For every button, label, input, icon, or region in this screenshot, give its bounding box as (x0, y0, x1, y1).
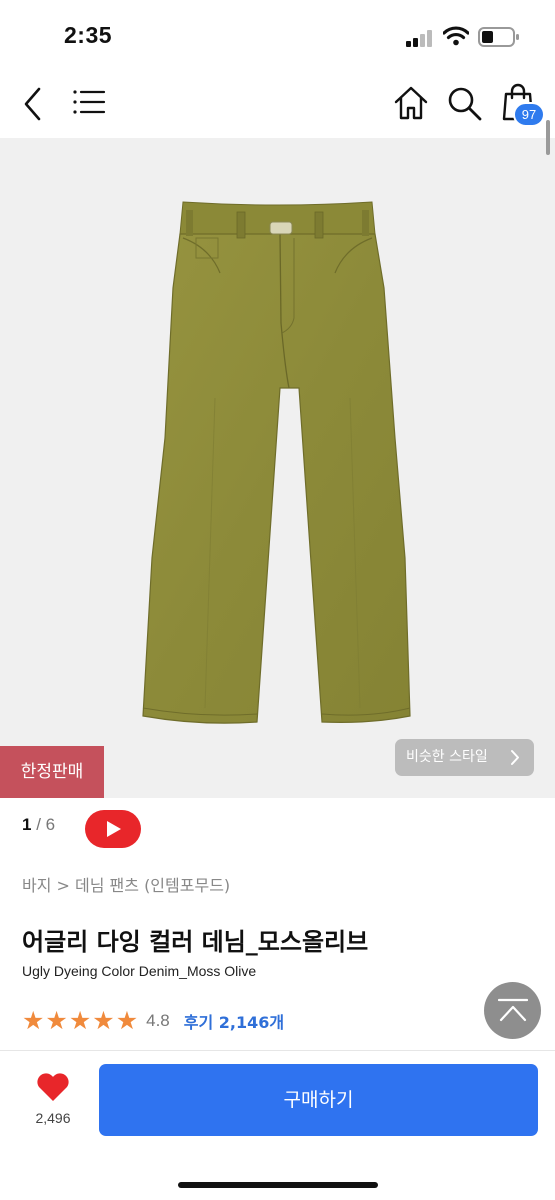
star-icon: ★ (22, 1006, 45, 1035)
like-button[interactable]: 2,496 (20, 1070, 86, 1134)
pager-current: 1 (22, 815, 32, 834)
product-photo-pants (142, 201, 411, 724)
review-count-link[interactable]: 후기 2,146개 (184, 1009, 284, 1033)
similar-style-label: 비슷한 스타일 (406, 749, 488, 765)
pager-separator: / (36, 815, 41, 834)
star-icon: ★ (68, 1006, 92, 1035)
status-bar: 2:35 (0, 0, 555, 72)
star-rating: ★ ★ ★ ★ ★ (22, 1007, 139, 1035)
limited-sale-badge: 한정판매 (0, 746, 104, 798)
product-title: 어글리 다잉 컬러 데님_모스올리브 (22, 928, 369, 956)
like-count: 2,496 (35, 1110, 71, 1126)
search-icon[interactable] (447, 86, 483, 122)
arrow-up-icon (498, 998, 528, 1022)
heart-icon (37, 1073, 69, 1101)
scroll-to-top-button[interactable] (484, 982, 541, 1039)
star-icon: ★ (115, 1006, 139, 1035)
similar-style-button[interactable]: 비슷한 스타일 (395, 739, 534, 776)
rating-row: ★ ★ ★ ★ ★ 4.8 후기 2,146개 (22, 1007, 284, 1035)
scroll-indicator (546, 120, 550, 155)
hamburger-menu-icon[interactable] (72, 88, 106, 116)
home-icon[interactable] (393, 85, 429, 121)
navigation-bar (0, 72, 555, 138)
wifi-icon (443, 26, 469, 46)
cart-count-badge[interactable]: 97 (513, 102, 545, 127)
battery-icon (478, 27, 519, 47)
image-pager: 1 / 6 (22, 815, 55, 835)
product-title-english: Ugly Dyeing Color Denim_Moss Olive (22, 963, 257, 979)
pager-total: 6 (45, 815, 56, 834)
chevron-right-icon (510, 739, 520, 791)
star-icon: ★ (92, 1006, 115, 1035)
cellular-signal-icon (406, 30, 432, 47)
home-indicator (178, 1182, 378, 1188)
rating-value: 4.8 (146, 1011, 170, 1030)
star-icon: ★ (45, 1006, 68, 1035)
breadcrumb[interactable]: 바지 > 데님 팬츠 (인템포무드) (22, 872, 230, 896)
play-video-button[interactable] (85, 810, 141, 848)
buy-button[interactable]: 구매하기 (99, 1064, 538, 1136)
back-arrow-icon[interactable] (20, 84, 44, 124)
play-icon (107, 821, 121, 837)
status-time: 2:35 (64, 22, 113, 48)
product-image[interactable] (0, 138, 555, 798)
